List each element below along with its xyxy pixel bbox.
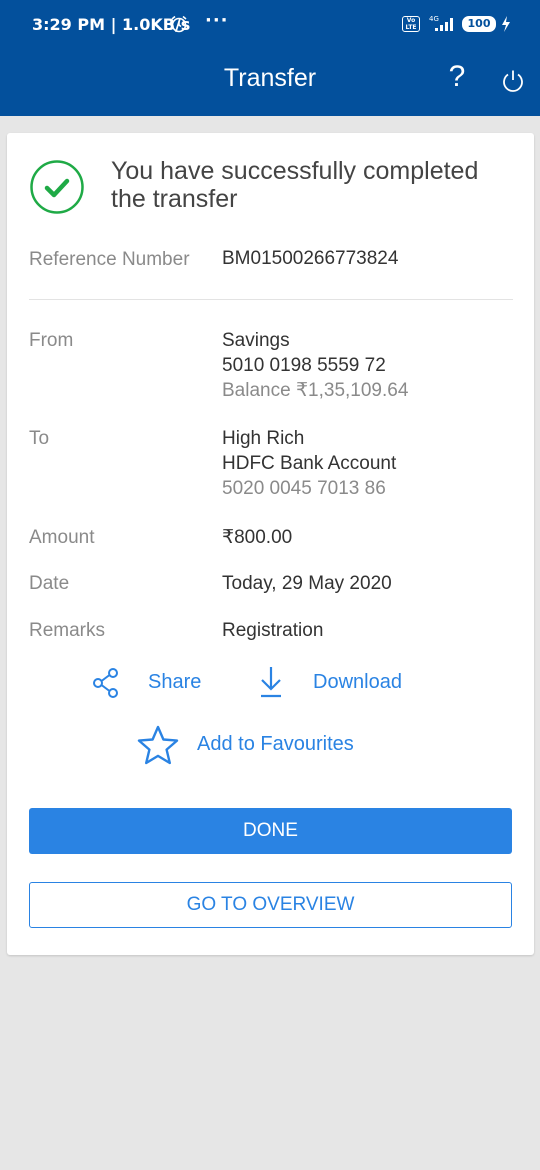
logout-power-icon[interactable]: [500, 68, 526, 94]
reference-number-label: Reference Number: [29, 249, 190, 270]
success-message: You have successfully completed the tran…: [111, 157, 479, 213]
signal-icon: 4G: [429, 15, 453, 31]
from-account-number: 5010 0198 5559 72: [222, 355, 386, 376]
success-check-icon: [30, 160, 84, 214]
amount-value: ₹800.00: [222, 527, 293, 548]
amount-label: Amount: [29, 527, 95, 548]
to-label: To: [29, 428, 50, 449]
from-details: Savings 5010 0198 5559 72 Balance ₹1,35,…: [222, 328, 408, 403]
to-details: High Rich HDFC Bank Account 5020 0045 70…: [222, 426, 396, 501]
remarks-label: Remarks: [29, 620, 106, 641]
share-button[interactable]: Share: [148, 671, 201, 694]
alarm-icon: [171, 15, 187, 33]
star-icon[interactable]: [137, 725, 179, 765]
date-label: Date: [29, 573, 70, 594]
charging-icon: [502, 16, 510, 32]
transfer-receipt-card: You have successfully completed the tran…: [7, 133, 534, 955]
add-to-favourites-button[interactable]: Add to Favourites: [197, 733, 354, 756]
from-label: From: [29, 330, 74, 351]
done-button[interactable]: DONE: [29, 808, 512, 854]
status-time: 3:29 PM | 1.0KB/s: [32, 15, 191, 34]
download-button[interactable]: Download: [313, 671, 402, 694]
from-balance: Balance ₹1,35,109.64: [222, 380, 409, 401]
status-bar: 3:29 PM | 1.0KB/s ··· Vo LTE 4G 100: [0, 0, 540, 50]
battery-icon: 100: [462, 16, 496, 32]
network-type-label: 4G: [429, 15, 439, 23]
volte-icon: Vo LTE: [402, 16, 420, 32]
download-icon[interactable]: [258, 665, 284, 699]
date-value: Today, 29 May 2020: [222, 573, 392, 594]
to-account-number: 5020 0045 7013 86: [222, 478, 386, 499]
remarks-value: Registration: [222, 620, 324, 641]
from-account-type: Savings: [222, 330, 290, 351]
reference-number-value: BM01500266773824: [222, 248, 399, 269]
share-icon[interactable]: [92, 667, 120, 699]
app-header: Transfer ?: [0, 50, 540, 116]
go-to-overview-button[interactable]: GO TO OVERVIEW: [29, 882, 512, 928]
help-button[interactable]: ?: [444, 60, 470, 96]
divider: [29, 299, 513, 300]
to-payee-name: High Rich: [222, 428, 305, 449]
more-notifications-icon: ···: [205, 10, 229, 31]
to-bank: HDFC Bank Account: [222, 453, 397, 474]
